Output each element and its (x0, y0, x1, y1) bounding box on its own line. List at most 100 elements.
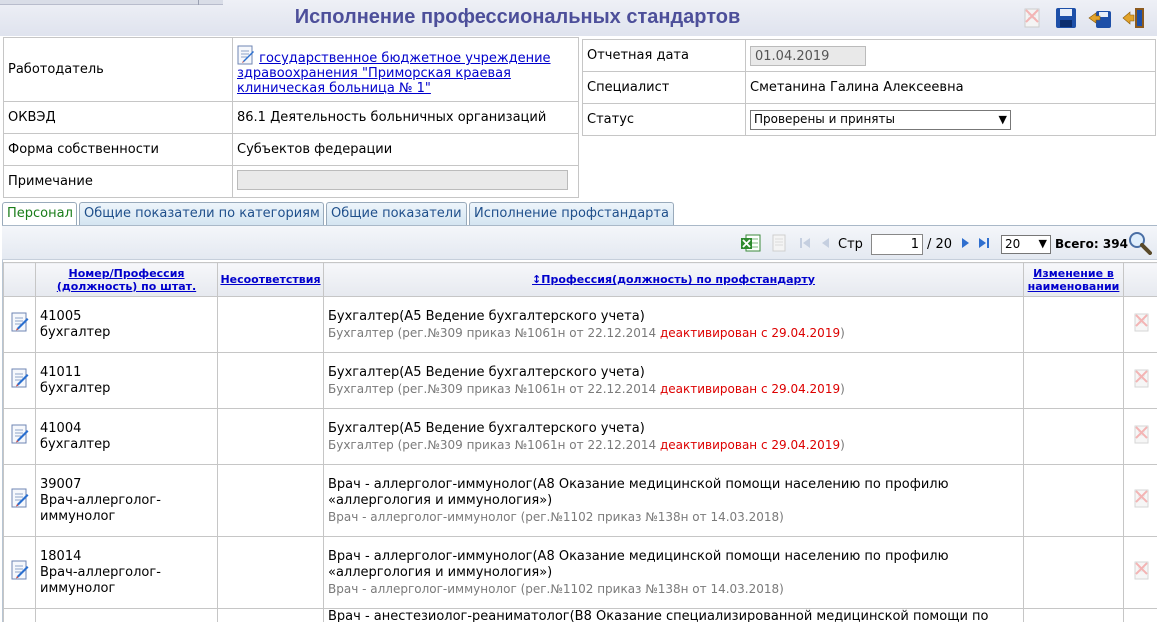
row-profession-cell: Врач - аллерголог-иммунолог(A8 Оказание … (323, 536, 1024, 609)
row-number-cell: 41011 бухгалтер (35, 352, 218, 409)
tab-general-indicators[interactable]: Общие показатели (326, 202, 467, 226)
row-profession-ref-text: Бухгалтер (рег.№309 приказ №1061н от 22.… (328, 381, 660, 396)
table-row[interactable]: 41011 бухгалтер Бухгалтер(A5 Ведение бух… (3, 352, 1157, 409)
delete-doc-icon[interactable] (1131, 487, 1151, 509)
row-profession-ref: Бухгалтер (рег.№309 приказ №1061н от 22.… (328, 325, 1019, 341)
save-icon[interactable] (1054, 6, 1078, 30)
row-profession-cell: Бухгалтер(A5 Ведение бухгалтерского учет… (323, 408, 1024, 465)
pager-bar: Стр 1 / 20 20 ▼ Всего: 394 (2, 226, 1157, 260)
document-edit-icon[interactable] (10, 487, 30, 509)
row-mismatch-cell (217, 608, 324, 622)
row-edit-cell[interactable] (3, 608, 36, 622)
document-edit-icon[interactable] (237, 45, 255, 65)
column-header-mismatch[interactable]: Несоответствия (217, 262, 324, 297)
row-delete-cell[interactable] (1123, 352, 1157, 409)
tab-standard-execution[interactable]: Исполнение профстандарта (469, 202, 674, 226)
document-edit-icon[interactable] (10, 559, 30, 581)
table-row[interactable]: 41004 бухгалтер Бухгалтер(A5 Ведение бух… (3, 408, 1157, 465)
last-page-icon[interactable] (978, 237, 990, 249)
column-header-number[interactable]: Номер/Профессия (должность) по штат. (35, 262, 218, 297)
document-edit-icon[interactable] (10, 311, 30, 333)
row-profession: Бухгалтер(A5 Ведение бухгалтерского учет… (328, 308, 645, 324)
delete-doc-icon[interactable] (1131, 311, 1151, 333)
row-number-cell: 41005 бухгалтер (35, 296, 218, 353)
delete-doc-icon[interactable] (1131, 423, 1151, 445)
tab-category-indicators[interactable]: Общие показатели по категориям (79, 202, 324, 226)
excel-export-icon[interactable] (740, 232, 762, 254)
delete-doc-icon[interactable] (1131, 367, 1151, 389)
row-deactivated: деактивирован с 29.04.2019 (659, 325, 841, 340)
top-tab-stub (0, 0, 223, 5)
row-profession-ref-end: ) (840, 381, 845, 396)
specialist-label: Специалист (582, 71, 746, 104)
row-profession-ref-text: Бухгалтер (рег.№309 приказ №1061н от 22.… (328, 325, 660, 340)
delete-doc-icon[interactable] (1020, 6, 1044, 30)
exit-icon[interactable] (1122, 6, 1146, 30)
save-all-icon[interactable] (1088, 6, 1112, 30)
row-edit-cell[interactable] (3, 408, 36, 465)
note-field[interactable] (237, 169, 568, 190)
row-number: 41005 (40, 308, 82, 324)
column-header-name-change[interactable]: Изменение в наименовании (1023, 262, 1124, 297)
row-number: 41004 (40, 420, 82, 436)
search-icon[interactable] (1128, 231, 1152, 255)
table-row[interactable]: Врач - анестезиолог-реаниматолог(B8 Оказ… (3, 608, 1157, 622)
row-edit-cell[interactable] (3, 352, 36, 409)
chevron-down-icon: ▼ (1038, 237, 1047, 250)
employer-link[interactable]: государственное бюджетное учреждение здр… (237, 51, 551, 96)
row-position: бухгалтер (40, 380, 111, 396)
row-profession-ref-text: Врач - аллерголог-иммунолог (рег.№1102 п… (328, 509, 784, 524)
row-number-cell: 41004 бухгалтер (35, 408, 218, 465)
table-row[interactable]: 18014 Врач-аллерголог-иммунолог Врач - а… (3, 536, 1157, 609)
row-profession: Врач - анестезиолог-реаниматолог(B8 Оказ… (328, 609, 989, 622)
grid-header-icon (3, 262, 36, 297)
row-deactivated: деактивирован с 29.04.2019 (659, 437, 841, 452)
column-header-profession[interactable]: ↕Профессия(должность) по профстандарту (323, 262, 1024, 297)
row-position: Врач-аллерголог-иммунолог (40, 492, 161, 524)
row-profession-ref: Бухгалтер (рег.№309 приказ №1061н от 22.… (328, 437, 1019, 453)
note-label: Примечание (3, 165, 233, 198)
row-profession-ref: Врач - аллерголог-иммунолог (рег.№1102 п… (328, 509, 1019, 525)
grid-header-actions (1123, 262, 1157, 297)
row-name-change-cell (1023, 408, 1124, 465)
row-deactivated: деактивирован с 29.04.2019 (659, 381, 841, 396)
row-mismatch-cell (217, 352, 324, 409)
document-edit-icon[interactable] (10, 367, 30, 389)
title-bar: Исполнение профессиональных стандартов (0, 0, 1157, 36)
row-profession-ref: Врач - аллерголог-иммунолог (рег.№1102 п… (328, 581, 1019, 597)
row-name-change-cell (1023, 536, 1124, 609)
row-delete-cell[interactable] (1123, 408, 1157, 465)
report-date-field: 01.04.2019 (750, 45, 866, 66)
row-name-change-cell (1023, 296, 1124, 353)
row-profession-cell: Бухгалтер(A5 Ведение бухгалтерского учет… (323, 296, 1024, 353)
delete-doc-icon[interactable] (1131, 559, 1151, 581)
table-row[interactable]: 41005 бухгалтер Бухгалтер(A5 Ведение бух… (3, 296, 1157, 353)
print-icon (772, 234, 786, 252)
row-delete-cell[interactable] (1123, 296, 1157, 353)
row-profession-ref: Бухгалтер (рег.№309 приказ №1061н от 22.… (328, 381, 1019, 397)
page-number-input[interactable]: 1 (871, 234, 923, 255)
specialist-value: Сметанина Галина Алексеевна (745, 71, 1156, 104)
row-edit-cell[interactable] (3, 536, 36, 609)
tab-personnel[interactable]: Персонал (2, 202, 77, 226)
row-edit-cell[interactable] (3, 296, 36, 353)
document-edit-icon[interactable] (10, 423, 30, 445)
row-number-cell: 39007 Врач-аллерголог-иммунолог (35, 464, 218, 537)
page-size-select[interactable]: 20 ▼ (1001, 235, 1051, 254)
status-select[interactable]: Проверены и приняты ▼ (750, 109, 1011, 130)
page-title: Исполнение профессиональных стандартов (294, 6, 741, 28)
row-delete-cell[interactable] (1123, 608, 1157, 622)
row-name-change-cell (1023, 464, 1124, 537)
page-label: Стр (838, 237, 863, 252)
row-delete-cell[interactable] (1123, 464, 1157, 537)
chevron-down-icon: ▼ (998, 112, 1007, 126)
row-mismatch-cell (217, 296, 324, 353)
row-position: Врач-аллерголог-иммунолог (40, 564, 161, 596)
page-size-value: 20 (1005, 237, 1021, 251)
ownership-label: Форма собственности (3, 133, 233, 166)
row-delete-cell[interactable] (1123, 536, 1157, 609)
row-name-change-cell (1023, 352, 1124, 409)
table-row[interactable]: 39007 Врач-аллерголог-иммунолог Врач - а… (3, 464, 1157, 537)
row-edit-cell[interactable] (3, 464, 36, 537)
next-page-icon[interactable] (959, 237, 971, 249)
